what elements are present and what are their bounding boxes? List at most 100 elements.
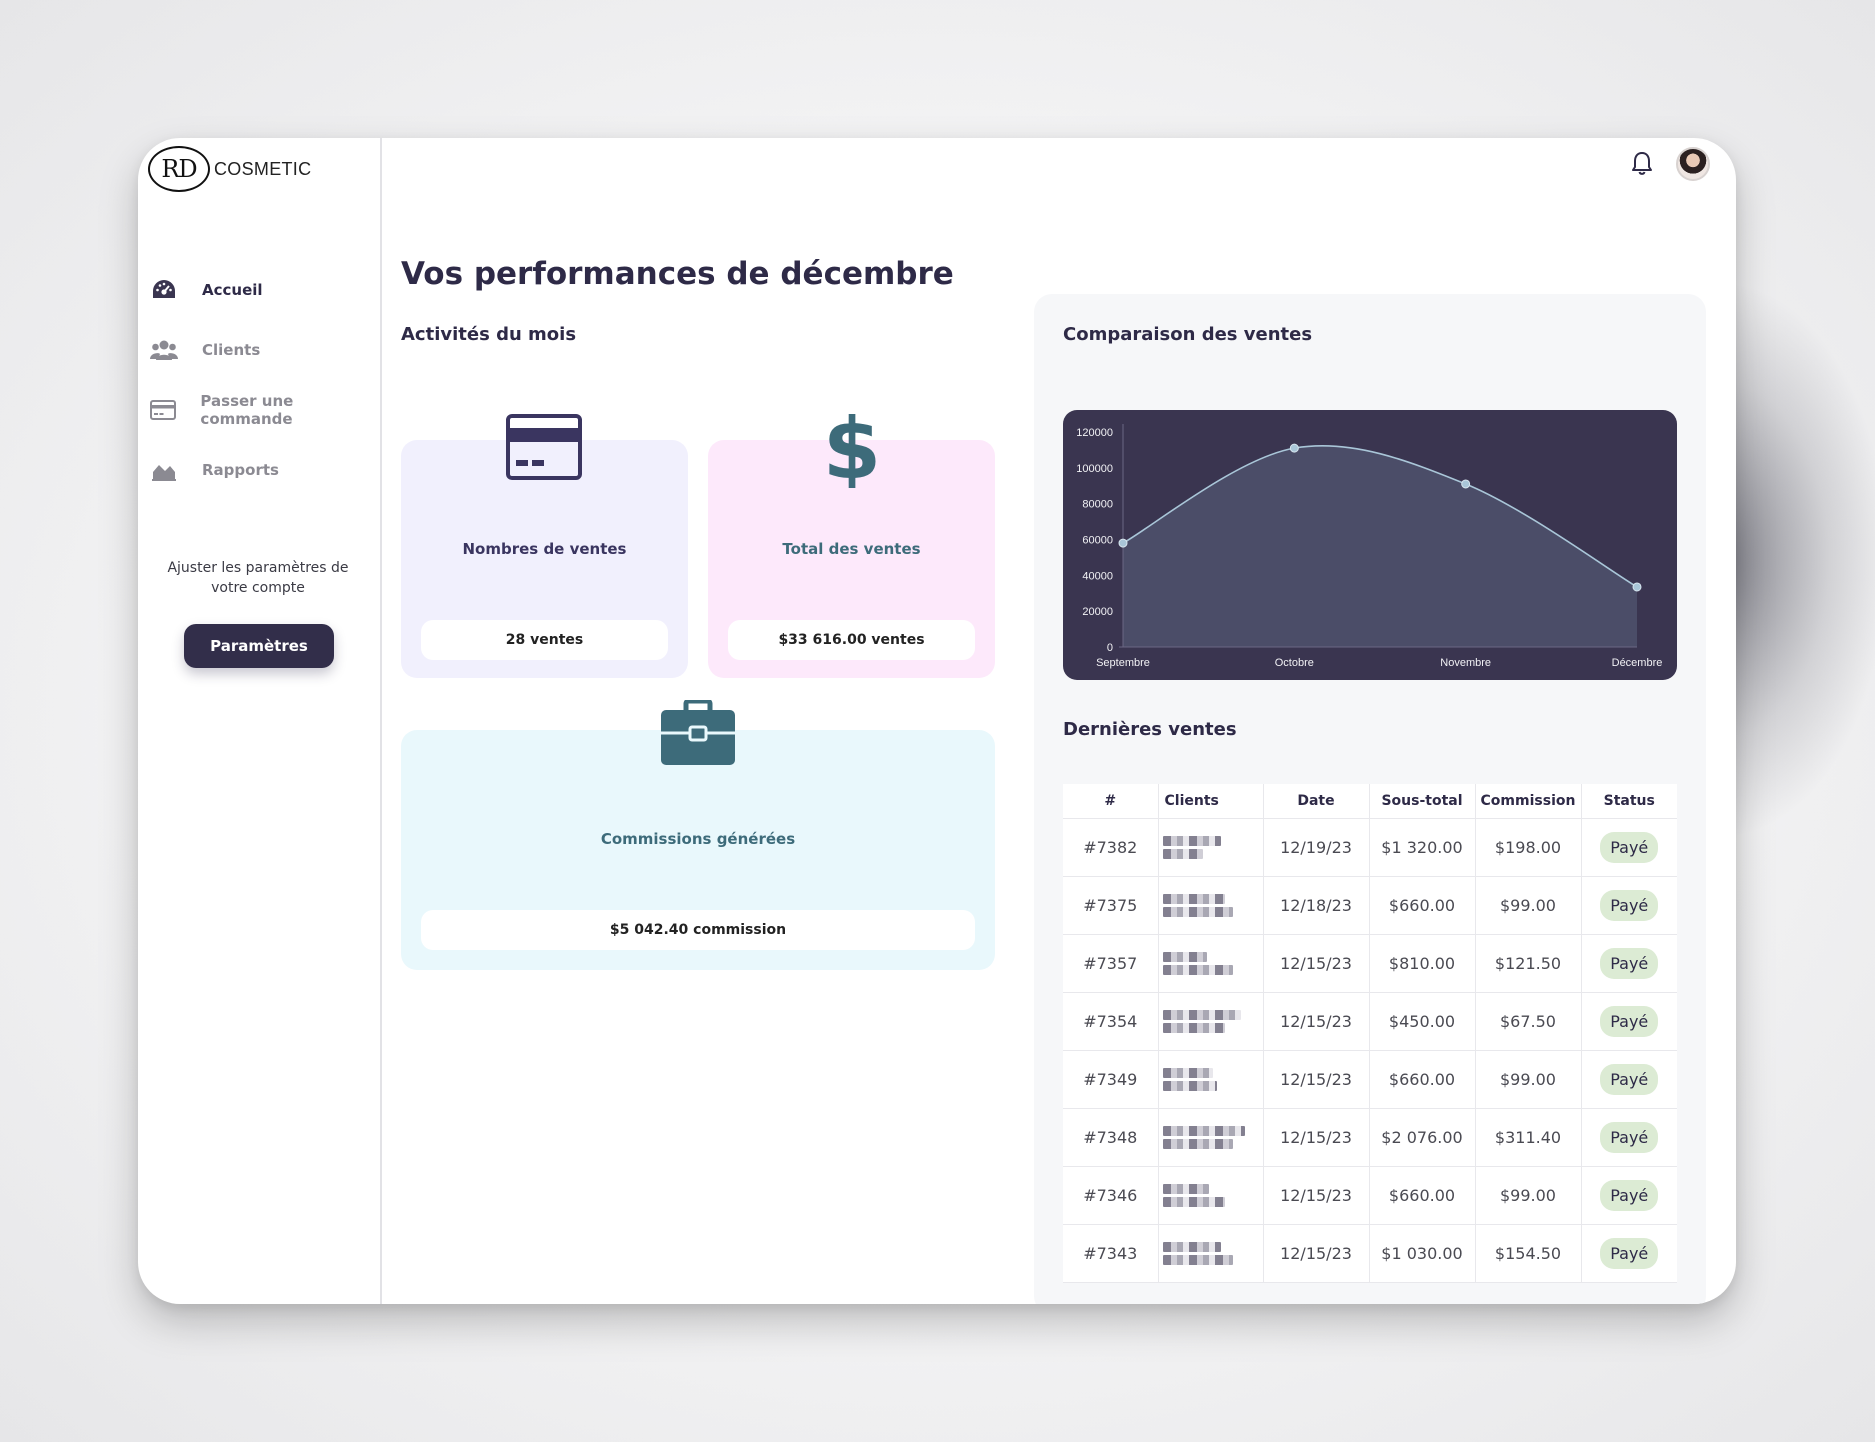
sidebar-nav: Accueil Clients Passer une commande Rapp… [150,260,380,500]
status-badge: Payé [1600,1064,1659,1095]
sidebar-item-accueil[interactable]: Accueil [150,260,380,320]
credit-card-icon [506,414,582,484]
table-row[interactable]: #7343 12/15/23 $1 030.00 $154.50 Payé [1063,1224,1677,1283]
column-header-clients[interactable]: Clients [1158,784,1264,819]
column-header-id[interactable]: # [1063,784,1159,819]
order-id: #7375 [1063,876,1159,935]
client-name-redacted [1158,934,1264,993]
brand-logo[interactable]: RD COSMETIC [148,146,311,192]
sidebar-item-passer-commande[interactable]: Passer une commande [150,380,380,440]
column-header-commission[interactable]: Commission [1475,784,1582,819]
table-row[interactable]: #7348 12/15/23 $2 076.00 $311.40 Payé [1063,1108,1677,1167]
order-commission: $121.50 [1475,934,1582,993]
column-header-status[interactable]: Status [1581,784,1677,819]
order-id: #7346 [1063,1166,1159,1225]
order-subtotal: $810.00 [1369,934,1476,993]
client-name-redacted [1158,1050,1264,1109]
chart-x-tick-label-3: Décembre [1612,657,1663,669]
table-row[interactable]: #7375 12/18/23 $660.00 $99.00 Payé [1063,876,1677,935]
card-value: 28 ventes [421,620,668,660]
settings-button[interactable]: Paramètres [184,624,334,668]
status-badge: Payé [1600,1238,1659,1269]
logo-mark: RD [148,146,210,192]
chart-point-3 [1632,582,1642,592]
chart-x-tick-label-1: Octobre [1275,657,1314,669]
order-date: 12/15/23 [1263,992,1370,1051]
table-header-row: # Clients Date Sous-total Commission Sta… [1063,784,1677,819]
column-header-date[interactable]: Date [1263,784,1370,819]
order-date: 12/15/23 [1263,1224,1370,1283]
order-status: Payé [1581,934,1677,993]
sales-title: Dernières ventes [1063,719,1237,740]
users-icon [150,336,178,364]
redacted-text [1162,836,1221,846]
sidebar-item-rapports[interactable]: Rapports [150,440,380,500]
redacted-text [1162,1023,1225,1033]
order-status: Payé [1581,1224,1677,1283]
order-subtotal: $660.00 [1369,876,1476,935]
chart-y-tick-label-2: 40000 [1082,570,1113,582]
chart-point-0 [1118,538,1128,548]
redacted-text [1162,1081,1217,1091]
redacted-text [1162,1068,1213,1078]
sidebar-item-label: Accueil [202,281,263,299]
order-commission: $99.00 [1475,876,1582,935]
sidebar-item-clients[interactable]: Clients [150,320,380,380]
order-status: Payé [1581,876,1677,935]
order-date: 12/15/23 [1263,1050,1370,1109]
order-date: 12/18/23 [1263,876,1370,935]
order-id: #7354 [1063,992,1159,1051]
bell-icon[interactable] [1630,150,1654,176]
status-badge: Payé [1600,1180,1659,1211]
status-badge: Payé [1600,1006,1659,1037]
sales-table-body: #7382 12/19/23 $1 320.00 $198.00 Payé #7375 12… [1063,818,1677,1283]
order-id: #7348 [1063,1108,1159,1167]
client-name-redacted [1158,1166,1264,1225]
redacted-text [1162,965,1233,975]
order-subtotal: $660.00 [1369,1050,1476,1109]
order-subtotal: $1 320.00 [1369,818,1476,877]
order-id: #7357 [1063,934,1159,993]
user-avatar[interactable] [1676,147,1710,181]
table-row[interactable]: #7357 12/15/23 $810.00 $121.50 Payé [1063,934,1677,993]
order-commission: $99.00 [1475,1050,1582,1109]
table-row[interactable]: #7349 12/15/23 $660.00 $99.00 Payé [1063,1050,1677,1109]
sidebar-item-label: Clients [202,341,261,359]
order-id: #7382 [1063,818,1159,877]
credit-card-icon [150,396,177,424]
card-label: Total des ventes [782,540,921,558]
sidebar-item-label: Passer une commande [200,392,294,428]
dashboard-icon [150,276,178,304]
logo-text: COSMETIC [214,158,312,179]
redacted-text [1162,1255,1233,1265]
order-date: 12/19/23 [1263,818,1370,877]
client-name-redacted [1158,818,1264,877]
order-status: Payé [1581,1050,1677,1109]
redacted-text [1162,849,1203,859]
redacted-text [1162,1197,1225,1207]
area-chart-icon [150,456,178,484]
status-badge: Payé [1600,1122,1659,1153]
chart-y-tick-label-4: 80000 [1082,499,1113,511]
card-value: $5 042.40 commission [421,910,975,950]
svg-text:$: $ [823,406,881,488]
order-id: #7349 [1063,1050,1159,1109]
card-value: $33 616.00 ventes [728,620,975,660]
card-label: Nombres de ventes [462,540,627,558]
order-subtotal: $450.00 [1369,992,1476,1051]
sidebar-item-label: Rapports [202,461,279,479]
chart-title: Comparaison des ventes [1063,324,1313,345]
sales-chart-svg: 0 20000 40000 60000 80000 100000 120000 Septemb… [1076,424,1663,669]
order-subtotal: $1 030.00 [1369,1224,1476,1283]
chart-area-fill [1123,445,1637,647]
table-row[interactable]: #7354 12/15/23 $450.00 $67.50 Payé [1063,992,1677,1051]
chart-x-tick-label-0: Septembre [1096,657,1150,669]
chart-y-tick-label-5: 100000 [1076,463,1113,475]
dollar-icon: $ [822,400,882,498]
table-row[interactable]: #7382 12/19/23 $1 320.00 $198.00 Payé [1063,818,1677,877]
sales-table: # Clients Date Sous-total Commission Sta… [1063,784,1677,1283]
table-row[interactable]: #7346 12/15/23 $660.00 $99.00 Payé [1063,1166,1677,1225]
column-header-subtotal[interactable]: Sous-total [1369,784,1476,819]
chart-y-tick-label-3: 60000 [1082,535,1113,547]
chart-x-tick-label-2: Novembre [1440,657,1491,669]
